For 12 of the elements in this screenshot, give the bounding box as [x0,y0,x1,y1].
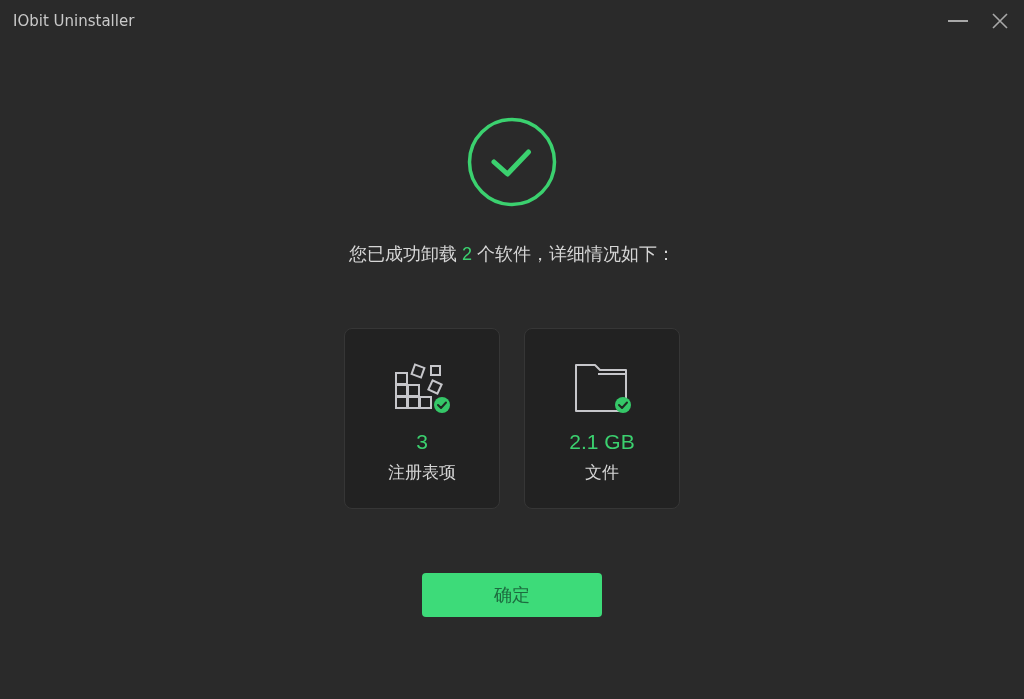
result-message: 您已成功卸载 2 个软件，详细情况如下： [348,243,675,266]
window-title: IObit Uninstaller [13,11,135,31]
stat-value: 2.1 GB [569,429,635,455]
folder-icon [572,362,632,414]
confirm-button[interactable]: 确定 [422,573,602,617]
stat-label: 注册表项 [388,462,456,484]
close-icon [992,13,1008,29]
minimize-icon [948,20,968,22]
stat-label: 文件 [585,462,619,484]
success-check-icon [467,117,557,207]
stat-value: 3 [416,429,428,455]
registry-grid-icon [393,363,451,414]
